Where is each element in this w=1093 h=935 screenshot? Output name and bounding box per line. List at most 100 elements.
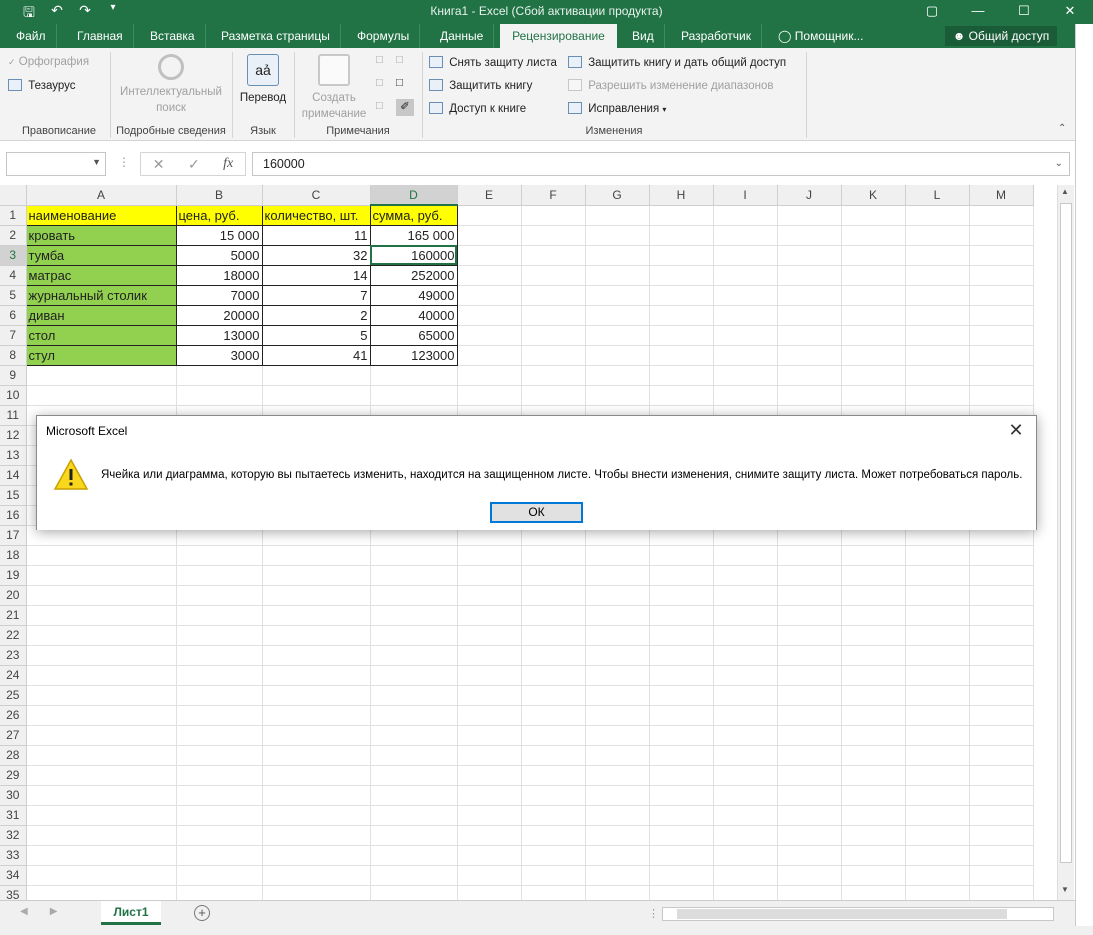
row-header[interactable]: 14 xyxy=(0,465,27,486)
cell-h26[interactable] xyxy=(649,705,714,726)
cell-d18[interactable] xyxy=(370,545,458,566)
cell-e8[interactable] xyxy=(457,345,522,366)
cell-j3[interactable] xyxy=(777,245,842,266)
cell-k33[interactable] xyxy=(841,845,906,866)
cell-k19[interactable] xyxy=(841,565,906,586)
row-header[interactable]: 8 xyxy=(0,345,27,366)
cell-f34[interactable] xyxy=(521,865,586,886)
enter-icon[interactable]: ✓ xyxy=(188,156,200,173)
smart-lookup-button[interactable]: Интеллектуальный поиск xyxy=(112,54,230,116)
protect-workbook-button[interactable]: Защитить книгу xyxy=(429,79,532,92)
cell-c33[interactable] xyxy=(262,845,371,866)
cell-e35[interactable] xyxy=(457,885,522,900)
cell-m34[interactable] xyxy=(969,865,1034,886)
cell-l21[interactable] xyxy=(905,605,970,626)
cell-j6[interactable] xyxy=(777,305,842,326)
cell-g28[interactable] xyxy=(585,745,650,766)
collapse-ribbon-icon[interactable]: ⌃ xyxy=(1058,123,1066,134)
cell-k9[interactable] xyxy=(841,365,906,386)
cell-h9[interactable] xyxy=(649,365,714,386)
thesaurus-button[interactable]: Тезаурус xyxy=(8,79,76,92)
cell-f18[interactable] xyxy=(521,545,586,566)
cell-a33[interactable] xyxy=(26,845,177,866)
row-header[interactable]: 6 xyxy=(0,305,27,326)
cell-e23[interactable] xyxy=(457,645,522,666)
cell-j8[interactable] xyxy=(777,345,842,366)
cell-f6[interactable] xyxy=(521,305,586,326)
cell-e20[interactable] xyxy=(457,585,522,606)
cell-g21[interactable] xyxy=(585,605,650,626)
horizontal-scrollbar[interactable] xyxy=(662,907,1054,921)
cell-m3[interactable] xyxy=(969,245,1034,266)
cell-e29[interactable] xyxy=(457,765,522,786)
cell-j33[interactable] xyxy=(777,845,842,866)
cell-b33[interactable] xyxy=(176,845,263,866)
insert-function-icon[interactable]: fx xyxy=(223,156,233,172)
cell-h3[interactable] xyxy=(649,245,714,266)
row-header[interactable]: 22 xyxy=(0,625,27,646)
cell-l7[interactable] xyxy=(905,325,970,346)
cell-a1[interactable]: наименование xyxy=(25,204,177,226)
cell-i22[interactable] xyxy=(713,625,778,646)
cell-i3[interactable] xyxy=(713,245,778,266)
cell-f20[interactable] xyxy=(521,585,586,606)
cell-b27[interactable] xyxy=(176,725,263,746)
cell-b35[interactable] xyxy=(176,885,263,900)
track-changes-button[interactable]: Исправления ▾ xyxy=(568,102,666,115)
row-header[interactable]: 16 xyxy=(0,505,27,526)
cell-b26[interactable] xyxy=(176,705,263,726)
cell-f25[interactable] xyxy=(521,685,586,706)
cell-b20[interactable] xyxy=(176,585,263,606)
cell-d25[interactable] xyxy=(370,685,458,706)
cell-a2[interactable]: кровать xyxy=(25,224,177,246)
cell-h1[interactable] xyxy=(649,205,714,226)
cell-d6[interactable]: 40000 xyxy=(369,304,458,326)
cell-h29[interactable] xyxy=(649,765,714,786)
cell-k22[interactable] xyxy=(841,625,906,646)
cell-j19[interactable] xyxy=(777,565,842,586)
tab-home[interactable]: Главная xyxy=(67,24,134,48)
cell-l8[interactable] xyxy=(905,345,970,366)
row-header[interactable]: 24 xyxy=(0,665,27,686)
cell-d1[interactable]: сумма, руб. xyxy=(369,204,458,226)
cell-k29[interactable] xyxy=(841,765,906,786)
cell-d24[interactable] xyxy=(370,665,458,686)
expand-formula-bar-icon[interactable]: ⌄ xyxy=(1055,153,1063,175)
cell-e19[interactable] xyxy=(457,565,522,586)
cell-b28[interactable] xyxy=(176,745,263,766)
cell-b22[interactable] xyxy=(176,625,263,646)
show-ink-icon[interactable]: □ xyxy=(396,77,403,89)
row-header[interactable]: 25 xyxy=(0,685,27,706)
cell-j31[interactable] xyxy=(777,805,842,826)
cell-j1[interactable] xyxy=(777,205,842,226)
cell-b2[interactable]: 15 000 xyxy=(175,224,263,246)
cell-j32[interactable] xyxy=(777,825,842,846)
new-comment-button[interactable]: Создать примечание xyxy=(296,54,372,122)
tab-view[interactable]: Вид xyxy=(622,24,665,48)
cell-j23[interactable] xyxy=(777,645,842,666)
cell-i1[interactable] xyxy=(713,205,778,226)
cell-e25[interactable] xyxy=(457,685,522,706)
cell-l24[interactable] xyxy=(905,665,970,686)
cell-f19[interactable] xyxy=(521,565,586,586)
cell-b9[interactable] xyxy=(176,365,263,386)
cell-f23[interactable] xyxy=(521,645,586,666)
row-header[interactable]: 33 xyxy=(0,845,27,866)
previous-comment-icon[interactable]: □ xyxy=(376,77,383,89)
cell-f35[interactable] xyxy=(521,885,586,900)
cell-f2[interactable] xyxy=(521,225,586,246)
cell-a6[interactable]: диван xyxy=(25,304,177,326)
column-header-e[interactable]: E xyxy=(457,185,522,206)
row-header[interactable]: 28 xyxy=(0,745,27,766)
cell-e10[interactable] xyxy=(457,385,522,406)
row-header[interactable]: 27 xyxy=(0,725,27,746)
cell-k31[interactable] xyxy=(841,805,906,826)
cell-l30[interactable] xyxy=(905,785,970,806)
row-header[interactable]: 34 xyxy=(0,865,27,886)
cell-l22[interactable] xyxy=(905,625,970,646)
cell-h34[interactable] xyxy=(649,865,714,886)
cell-i29[interactable] xyxy=(713,765,778,786)
cell-l35[interactable] xyxy=(905,885,970,900)
cell-a32[interactable] xyxy=(26,825,177,846)
cell-m33[interactable] xyxy=(969,845,1034,866)
